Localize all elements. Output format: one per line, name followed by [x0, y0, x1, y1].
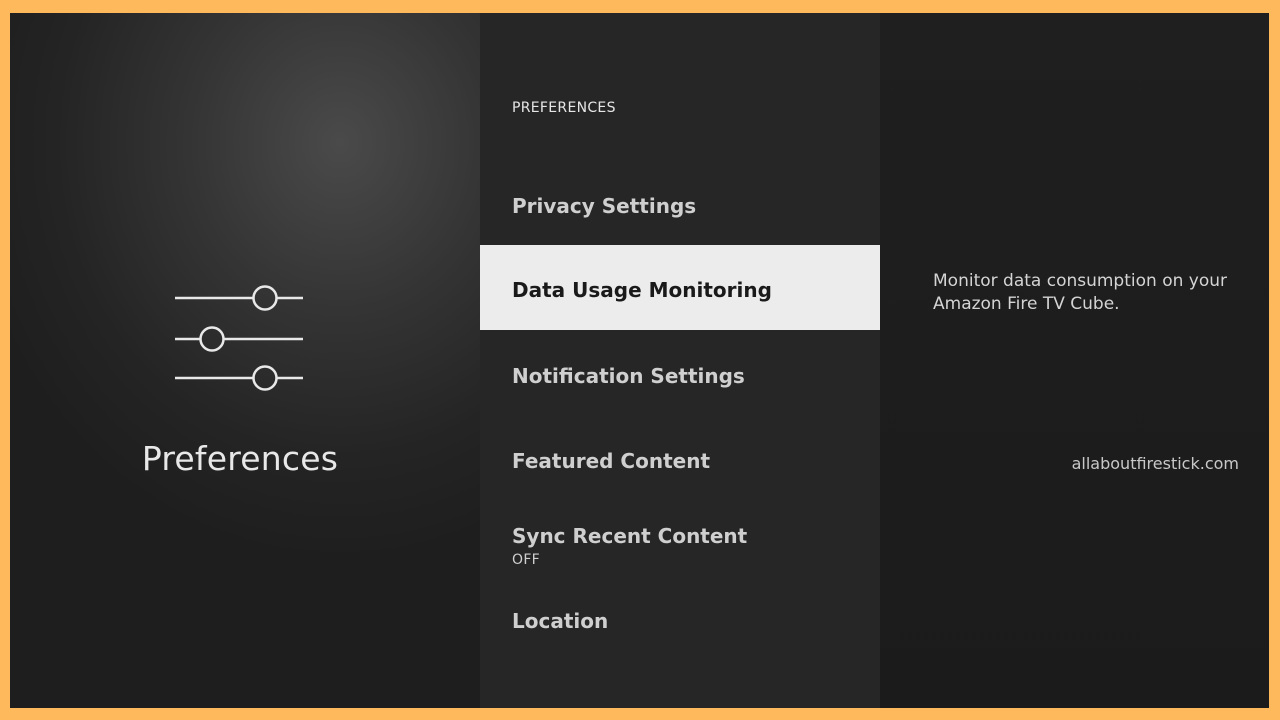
category-title: Preferences [141, 439, 339, 478]
menu-item-data-usage-monitoring[interactable]: Data Usage Monitoring [480, 245, 880, 330]
item-description: Monitor data consumption on your Amazon … [933, 271, 1227, 314]
menu-item-location[interactable]: Location [480, 588, 880, 673]
settings-menu: PREFERENCES Privacy Settings Data Usage … [480, 13, 880, 708]
menu-item-status: OFF [512, 552, 541, 568]
category-panel: Preferences [10, 13, 480, 708]
menu-item-label: Sync Recent Content [512, 524, 748, 548]
menu-item-label: Notification Settings [512, 364, 745, 388]
screen-frame: Preferences PREFERENCES Privacy Settings… [10, 13, 1269, 708]
menu-item-featured-content[interactable]: Featured Content [480, 418, 880, 503]
menu-item-label: Location [512, 609, 609, 633]
menu-item-label: Data Usage Monitoring [512, 278, 772, 302]
menu-item-label: Privacy Settings [512, 194, 697, 218]
menu-item-label: Featured Content [512, 449, 710, 473]
watermark: allaboutfirestick.com [1071, 454, 1239, 473]
section-title: PREFERENCES [512, 100, 616, 116]
menu-item-sync-recent-content[interactable]: Sync Recent Content OFF [480, 503, 880, 588]
detail-panel: Monitor data consumption on your Amazon … [880, 13, 1269, 708]
menu-item-privacy-settings[interactable]: Privacy Settings [480, 163, 880, 248]
sliders-icon [175, 285, 303, 391]
menu-item-notification-settings[interactable]: Notification Settings [480, 333, 880, 418]
